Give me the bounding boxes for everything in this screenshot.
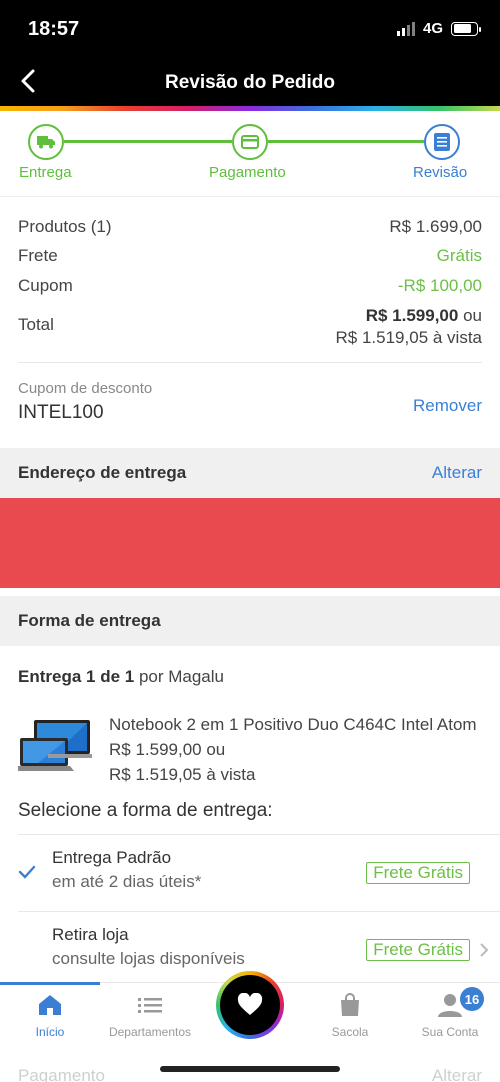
review-list-icon[interactable] [424, 124, 460, 160]
shipment-info: Entrega 1 de 1 por Magalu [18, 667, 224, 687]
option-name: Entrega Padrão [52, 848, 172, 867]
divider [18, 362, 482, 363]
home-indicator [160, 1066, 340, 1072]
coupon-discount-value: -R$ 100,00 [397, 275, 482, 295]
signal-icon [396, 21, 415, 36]
product-item: Notebook 2 em 1 Positivo Duo C464C Intel… [18, 708, 482, 788]
step-label-delivery: Entrega [19, 164, 72, 181]
coupon-label: Cupom [18, 275, 73, 295]
list-icon [138, 998, 162, 1013]
coupon-field-label: Cupom de desconto [18, 380, 153, 397]
product-price: R$ 1.599,00 ou [109, 740, 226, 759]
products-label: Produtos (1) [18, 216, 112, 236]
checkmark-icon [18, 865, 36, 879]
card-icon[interactable] [232, 124, 268, 160]
tab-bag[interactable]: Sacola [300, 991, 400, 1039]
heart-icon [237, 993, 263, 1015]
shipment-count: Entrega 1 de 1 [18, 667, 135, 686]
delivery-title: Forma de entrega [18, 611, 161, 630]
notebook-image [18, 720, 92, 771]
network-label: 4G [422, 20, 443, 37]
chevron-right-icon [480, 943, 489, 957]
battery-icon [451, 21, 481, 36]
product-name: Notebook 2 em 1 Positivo Duo C464C Intel… [109, 715, 477, 734]
status-time: 18:57 [28, 18, 80, 40]
address-redacted-block [0, 498, 500, 588]
delivery-option-standard[interactable]: Entrega Padrão em até 2 dias úteis* Fret… [18, 834, 500, 910]
total-cash-value: R$ 1.519,05 à vista [335, 327, 482, 347]
option-sub: em até 2 dias úteis* [52, 872, 202, 891]
option-name: Retira loja [52, 925, 129, 944]
shipping-label: Frete [18, 246, 58, 266]
checkout-stepper: Entrega Pagamento Revisão [0, 111, 500, 197]
option-sub: consulte lojas disponíveis [52, 949, 245, 968]
change-address-button[interactable]: Alterar [432, 463, 482, 483]
notification-badge: 16 [460, 987, 484, 1011]
tab-label: Início [35, 1025, 65, 1039]
page-title: Revisão do Pedido [165, 72, 335, 93]
step-label-review: Revisão [413, 164, 468, 181]
delivery-select-title: Selecione a forma de entrega: [18, 800, 273, 821]
address-section-header: Endereço de entrega Alterar [0, 448, 500, 498]
tab-departments[interactable]: Departamentos [100, 991, 200, 1039]
total-label: Total [18, 314, 54, 334]
products-value: R$ 1.699,00 [389, 216, 482, 236]
shipment-seller: por Magalu [134, 667, 224, 686]
total-value: R$ 1.599,00 [365, 305, 459, 325]
remove-coupon-button[interactable]: Remover [413, 396, 482, 416]
payment-change-ghost: Alterar [431, 1066, 482, 1082]
tab-label: Sua Conta [421, 1025, 479, 1039]
tab-label: Departamentos [108, 1025, 192, 1039]
tab-label: Sacola [331, 1025, 369, 1039]
nav-bar: Revisão do Pedido [0, 58, 500, 106]
status-bar: 18:57 4G [0, 0, 500, 58]
tab-home[interactable]: Início [0, 991, 100, 1039]
product-cash-price: R$ 1.519,05 à vista [109, 765, 256, 784]
free-shipping-badge: Frete Grátis [366, 862, 470, 884]
truck-icon[interactable] [28, 124, 64, 160]
step-label-payment: Pagamento [209, 164, 286, 181]
payment-section-ghost: Pagamento [18, 1066, 105, 1082]
total-or: ou [463, 305, 482, 325]
free-shipping-badge: Frete Grátis [366, 939, 470, 961]
address-title: Endereço de entrega [18, 463, 187, 482]
order-summary: Produtos (1) R$ 1.699,00 Frete Grátis Cu… [18, 212, 482, 349]
bag-icon [341, 993, 359, 1016]
shipping-value: Grátis [436, 246, 482, 266]
home-icon [39, 995, 61, 1015]
favorites-button[interactable] [216, 971, 284, 1039]
tab-account[interactable]: Sua Conta [400, 991, 500, 1039]
delivery-section-header: Forma de entrega [0, 596, 500, 646]
coupon-section: Cupom de desconto INTEL100 Remover [18, 380, 482, 424]
